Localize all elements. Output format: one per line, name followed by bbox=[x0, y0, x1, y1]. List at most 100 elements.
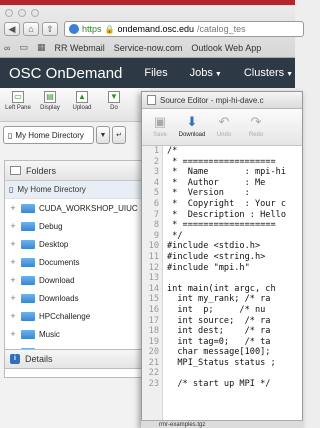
close-window-button[interactable] bbox=[5, 9, 13, 17]
folder-item[interactable]: + Download bbox=[5, 271, 153, 289]
app-navbar: OSC OnDemand Files Jobs ▼ Clusters ▼ bbox=[0, 58, 295, 88]
folder-label: Desktop bbox=[39, 239, 69, 249]
download-icon: ▼ bbox=[108, 91, 120, 103]
code-text: * Copyright : Your c bbox=[167, 198, 286, 209]
folder-label: Downloads bbox=[39, 293, 79, 303]
nav-clusters[interactable]: Clusters ▼ bbox=[244, 67, 293, 79]
chevron-down-icon: ▼ bbox=[99, 131, 107, 139]
lock-icon: 🔒 bbox=[104, 24, 115, 34]
code-line: 7 * Description : Hello bbox=[142, 210, 302, 221]
download-icon: ⬇ bbox=[186, 114, 198, 129]
path-go-button[interactable]: ↵ bbox=[112, 126, 126, 144]
address-bar[interactable]: https 🔒 ondemand.osc.edu/catalog_tes bbox=[64, 21, 304, 37]
bottom-file-row[interactable]: rmr-examples.tgz bbox=[141, 420, 303, 428]
code-editor[interactable]: 1/* 2 * ================== 3 * Name : mpi-… bbox=[142, 146, 302, 427]
upload-button[interactable]: ▲ Upload bbox=[64, 91, 100, 111]
folder-item[interactable]: + Downloads bbox=[5, 289, 153, 307]
expand-icon[interactable]: + bbox=[9, 221, 17, 231]
brand-title[interactable]: OSC OnDemand bbox=[9, 65, 122, 82]
undo-button[interactable]: ↶ Undo bbox=[208, 114, 240, 138]
code-line: 4 * Author : Me bbox=[142, 178, 302, 189]
code-line: 1 /* bbox=[142, 146, 302, 157]
bookmark-outlook[interactable]: Outlook Web App bbox=[191, 43, 261, 53]
info-icon: i bbox=[10, 354, 20, 364]
folder-item[interactable]: + Debug bbox=[5, 217, 153, 235]
folder-label: Documents bbox=[39, 257, 80, 267]
left-pane-button[interactable]: ▭ Left Pane bbox=[0, 91, 36, 111]
code-line: 6 * Copyright : Your c bbox=[142, 199, 302, 210]
download-button[interactable]: ⬇ Download bbox=[176, 114, 208, 138]
line-number: 6 bbox=[153, 198, 159, 209]
expand-icon[interactable]: + bbox=[9, 293, 17, 303]
reader-icon[interactable]: ∞ bbox=[4, 43, 10, 53]
zoom-window-button[interactable] bbox=[31, 9, 39, 17]
path-select[interactable]: ▯ My Home Directory bbox=[3, 126, 94, 144]
bookmarks-icon[interactable]: ▭ bbox=[19, 42, 28, 53]
nav-clusters-label: Clusters bbox=[243, 67, 285, 79]
code-text: char message[100]; bbox=[167, 347, 271, 358]
expand-icon[interactable]: + bbox=[9, 203, 17, 213]
nav-files[interactable]: Files bbox=[144, 67, 167, 79]
bookmark-service-now[interactable]: Service-now.com bbox=[114, 43, 183, 53]
folder-label: Music bbox=[39, 329, 60, 339]
folders-icon bbox=[10, 166, 21, 175]
line-number: 22 bbox=[148, 368, 159, 379]
folder-tree-list: + CUDA_WORKSHOP_UIUC + Debug + Desktop + Docume… bbox=[5, 199, 153, 361]
home-button[interactable]: ⌂ bbox=[23, 22, 39, 36]
save-icon: ▣ bbox=[153, 114, 167, 129]
code-text: * Description : Hello bbox=[167, 209, 286, 220]
editor-toolbar: ▣ Save ⬇ Download ↶ Undo ↷ Redo bbox=[142, 109, 302, 146]
top-sites-icon[interactable]: ▦ bbox=[37, 42, 46, 53]
folder-label: CUDA_WORKSHOP_UIUC bbox=[39, 203, 138, 213]
code-line: 14 int main(int argc, ch bbox=[142, 284, 302, 295]
drive-icon: ▯ bbox=[9, 185, 14, 194]
url-path: /catalog_tes bbox=[197, 24, 246, 34]
folders-header[interactable]: Folders bbox=[5, 161, 153, 181]
line-number: 1 bbox=[153, 146, 159, 156]
folder-item[interactable]: + CUDA_WORKSHOP_UIUC bbox=[5, 199, 153, 217]
save-button[interactable]: ▣ Save bbox=[144, 114, 176, 138]
minimize-window-button[interactable] bbox=[18, 9, 26, 17]
nav-jobs[interactable]: Jobs ▼ bbox=[190, 67, 222, 79]
code-line: 3 * Name : mpi-hi bbox=[142, 167, 302, 178]
code-text: int p; /* nu bbox=[167, 304, 266, 315]
file-manager-toolbar: ▭ Left Pane ▤ Display ▲ Upload ▼ Do bbox=[0, 88, 150, 122]
expand-icon[interactable]: + bbox=[9, 275, 17, 285]
code-line: 8 * ================== bbox=[142, 220, 302, 231]
code-line: 19 int tag=0; /* ta bbox=[142, 337, 302, 348]
expand-icon[interactable]: + bbox=[9, 257, 17, 267]
bookmark-rr-webmail[interactable]: RR Webmail bbox=[54, 43, 104, 53]
line-number: 17 bbox=[148, 315, 159, 326]
download-tool-button[interactable]: ▼ Do bbox=[96, 91, 132, 111]
url-host: ondemand.osc.edu bbox=[117, 24, 195, 34]
code-text: #include <stdio.h> bbox=[167, 241, 261, 252]
folder-item[interactable]: + Music bbox=[5, 325, 153, 343]
download-tool-label: Do bbox=[110, 105, 118, 111]
code-line: 15 int my_rank; /* ra bbox=[142, 294, 302, 305]
folder-item[interactable]: + Documents bbox=[5, 253, 153, 271]
expand-icon[interactable]: + bbox=[9, 311, 17, 321]
expand-icon[interactable]: + bbox=[9, 329, 17, 339]
code-line: 20 char message[100]; bbox=[142, 347, 302, 358]
code-line: 12 #include "mpi.h" bbox=[142, 263, 302, 274]
share-button[interactable]: ⇪ bbox=[42, 22, 58, 36]
tree-root[interactable]: ▯ My Home Directory bbox=[5, 181, 153, 199]
code-line: 2 * ================== bbox=[142, 157, 302, 168]
details-panel-header[interactable]: i Details bbox=[4, 349, 154, 369]
back-button[interactable]: ◀ bbox=[4, 22, 20, 36]
folder-item[interactable]: + HPCchallenge bbox=[5, 307, 153, 325]
folder-icon bbox=[21, 203, 35, 213]
redo-button[interactable]: ↷ Redo bbox=[240, 114, 272, 138]
display-button[interactable]: ▤ Display bbox=[32, 91, 68, 111]
undo-label: Undo bbox=[216, 132, 232, 138]
line-number: 13 bbox=[148, 273, 159, 284]
line-number: 14 bbox=[148, 283, 159, 294]
editor-title-bar[interactable]: Source Editor - mpi-hi-dave.c bbox=[142, 92, 302, 109]
expand-icon[interactable]: + bbox=[9, 239, 17, 249]
bookmarks-bar: ∞ ▭ ▦ RR Webmail Service-now.com Outlook… bbox=[4, 42, 261, 53]
path-dropdown-button[interactable]: ▼ bbox=[96, 126, 110, 144]
source-editor-window: Source Editor - mpi-hi-dave.c ▣ Save ⬇ Dow… bbox=[141, 91, 303, 428]
folder-icon bbox=[21, 329, 35, 339]
folder-item[interactable]: + Desktop bbox=[5, 235, 153, 253]
